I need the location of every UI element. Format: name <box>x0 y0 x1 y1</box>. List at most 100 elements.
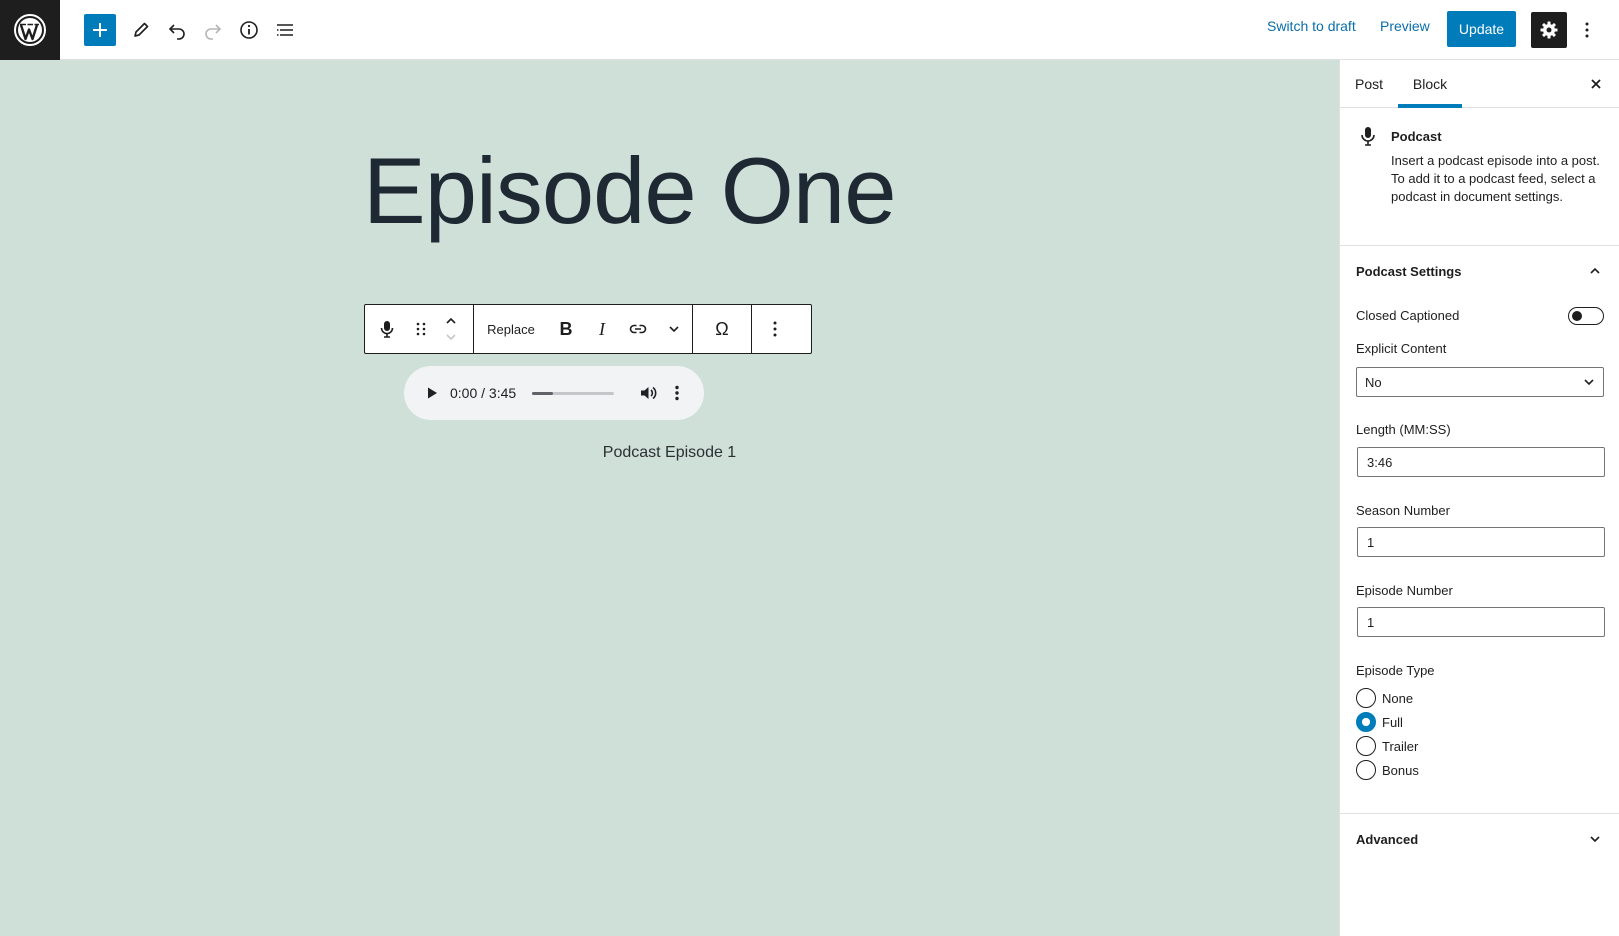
season-number-label: Season Number <box>1356 503 1450 518</box>
episode-number-input[interactable] <box>1357 607 1605 637</box>
pencil-icon <box>134 22 149 37</box>
more-formatting-button[interactable] <box>656 305 692 353</box>
length-label: Length (MM:SS) <box>1356 422 1451 437</box>
block-card-description: Insert a podcast episode into a post. To… <box>1391 153 1600 204</box>
chevron-up-icon <box>446 317 456 324</box>
audio-caption[interactable]: Podcast Episode 1 <box>0 444 1339 462</box>
preview-button[interactable]: Preview <box>1380 18 1430 34</box>
audio-options-button[interactable] <box>669 381 685 405</box>
episode-type-trailer[interactable]: Trailer <box>1356 735 1418 757</box>
radio-bonus-label: Bonus <box>1382 762 1419 778</box>
drag-handle-button[interactable] <box>409 305 433 353</box>
replace-button[interactable]: Replace <box>474 305 548 353</box>
block-movers <box>437 305 465 353</box>
season-number-input[interactable] <box>1357 527 1605 557</box>
bold-button[interactable]: B <box>548 305 584 353</box>
radio-none-label: None <box>1382 690 1414 706</box>
play-icon <box>428 387 437 399</box>
settings-sidebar: Post Block Podcast Insert a podcast epis… <box>1339 60 1619 936</box>
podcast-settings-panel-header[interactable]: Podcast Settings <box>1340 246 1619 296</box>
radio-full[interactable] <box>1356 712 1376 732</box>
block-toolbar-group-options <box>752 305 798 353</box>
drag-handle-icon <box>416 322 426 336</box>
more-vertical-icon <box>675 385 679 401</box>
list-view-button[interactable] <box>268 13 302 47</box>
microphone-icon <box>1361 127 1375 146</box>
explicit-content-select[interactable]: No <box>1356 367 1604 397</box>
update-button[interactable]: Update <box>1447 11 1516 47</box>
edit-tools-button[interactable] <box>124 13 158 47</box>
post-title[interactable]: Episode One <box>363 135 896 248</box>
collapse-podcast-settings-button[interactable] <box>1583 259 1607 283</box>
settings-button[interactable] <box>1531 12 1567 48</box>
episode-type-bonus[interactable]: Bonus <box>1356 759 1419 781</box>
radio-full-label: Full <box>1382 714 1403 730</box>
options-menu-button[interactable] <box>1575 13 1599 47</box>
microphone-icon <box>380 321 394 338</box>
advanced-title: Advanced <box>1356 832 1419 847</box>
chevron-down-icon <box>1590 836 1600 843</box>
tab-block[interactable]: Block <box>1398 60 1462 108</box>
italic-button[interactable]: I <box>584 305 620 353</box>
radio-bonus[interactable] <box>1356 760 1376 780</box>
block-toolbar-group-special: Ω <box>693 305 752 353</box>
more-vertical-icon <box>1585 22 1589 38</box>
block-toolbar: Replace B I Ω <box>364 304 812 354</box>
radio-trailer-label: Trailer <box>1382 738 1419 754</box>
audio-seek-bar[interactable] <box>532 392 614 395</box>
explicit-content-value: No <box>1365 374 1382 390</box>
explicit-content-label: Explicit Content <box>1356 341 1447 356</box>
chevron-up-icon <box>1590 267 1600 274</box>
special-characters-button[interactable]: Ω <box>693 305 751 353</box>
closed-captioned-label: Closed Captioned <box>1356 308 1460 323</box>
block-options-button[interactable] <box>752 305 798 353</box>
block-toolbar-group-block <box>365 305 474 353</box>
block-type-button[interactable] <box>365 305 409 353</box>
episode-type-none[interactable]: None <box>1356 687 1413 709</box>
play-button[interactable] <box>420 381 444 405</box>
close-sidebar-button[interactable] <box>1584 72 1608 96</box>
tab-post[interactable]: Post <box>1350 60 1388 108</box>
info-icon <box>240 21 258 39</box>
switch-to-draft-button[interactable]: Switch to draft <box>1267 18 1356 34</box>
undo-icon <box>168 24 185 40</box>
move-down-button[interactable] <box>444 329 458 345</box>
undo-button[interactable] <box>160 13 194 47</box>
plus-icon <box>93 23 107 37</box>
redo-button[interactable] <box>196 13 230 47</box>
wordpress-logo-icon[interactable] <box>0 0 60 60</box>
chevron-down-icon <box>669 326 679 333</box>
radio-none[interactable] <box>1356 688 1376 708</box>
add-block-button[interactable] <box>84 14 116 46</box>
list-view-icon <box>277 24 293 36</box>
episode-number-label: Episode Number <box>1356 583 1453 598</box>
closed-captioned-toggle[interactable] <box>1568 307 1604 325</box>
radio-trailer[interactable] <box>1356 736 1376 756</box>
more-vertical-icon <box>773 321 777 337</box>
expand-advanced-button[interactable] <box>1583 827 1607 851</box>
audio-player: 0:00 / 3:45 <box>404 366 704 420</box>
move-up-button[interactable] <box>444 313 458 329</box>
redo-icon <box>205 24 222 40</box>
gear-icon <box>1540 21 1558 39</box>
audio-time: 0:00 / 3:45 <box>450 385 517 401</box>
block-toolbar-group-format: Replace B I <box>474 305 693 353</box>
advanced-panel-header[interactable]: Advanced <box>1340 814 1619 864</box>
episode-type-full[interactable]: Full <box>1356 711 1403 733</box>
volume-icon <box>641 386 657 400</box>
podcast-settings-title: Podcast Settings <box>1356 264 1462 279</box>
editor-header: Switch to draft Preview Update <box>0 0 1619 60</box>
audio-seek-progress <box>532 392 553 395</box>
editor-canvas[interactable]: Episode One Replace B I Ω 0:00 / 3:45 Po… <box>0 60 1339 936</box>
volume-button[interactable] <box>636 381 660 405</box>
details-button[interactable] <box>232 13 266 47</box>
sidebar-tabs: Post Block <box>1340 60 1619 108</box>
link-button[interactable] <box>620 305 656 353</box>
chevron-down-icon <box>446 334 456 341</box>
block-card-title: Podcast <box>1391 129 1442 144</box>
block-card: Podcast Insert a podcast episode into a … <box>1340 108 1619 246</box>
toggle-knob <box>1572 311 1582 321</box>
close-icon <box>1591 79 1601 89</box>
length-input[interactable] <box>1357 447 1605 477</box>
link-icon <box>629 324 647 334</box>
